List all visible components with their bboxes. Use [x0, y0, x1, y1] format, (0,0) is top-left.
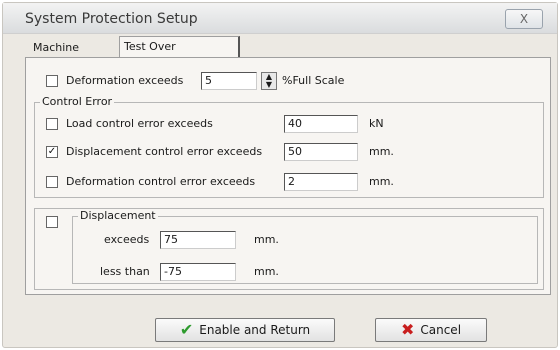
cancel-icon: ✖: [400, 320, 415, 339]
tab-test-over[interactable]: Test Over: [119, 36, 240, 57]
deformation-unit: %Full Scale: [282, 74, 345, 87]
less-than-label: less than: [100, 265, 150, 278]
load-error-label: Load control error exceeds: [66, 117, 213, 130]
title-bar: System Protection Setup X: [3, 3, 557, 34]
enable-and-return-button[interactable]: ✔ Enable and Return: [155, 318, 335, 342]
exceeds-unit: mm.: [254, 233, 279, 246]
displacement-checkbox[interactable]: [46, 216, 58, 228]
dialog-window: System Protection Setup X Machine Stop T…: [2, 2, 558, 348]
cancel-button-label: Cancel: [420, 323, 462, 337]
load-error-checkbox[interactable]: [46, 118, 58, 130]
deform-error-label: Deformation control error exceeds: [66, 175, 256, 188]
tab-machine-stop[interactable]: Machine Stop: [29, 38, 83, 74]
window-title: System Protection Setup: [25, 11, 198, 27]
deformation-label: Deformation exceeds: [66, 74, 184, 87]
spin-down-icon: ▼: [265, 80, 273, 89]
disp-error-input[interactable]: 50: [284, 143, 358, 161]
close-button[interactable]: X: [505, 9, 543, 29]
disp-error-unit: mm.: [369, 145, 394, 158]
check-icon: ✔: [179, 320, 194, 339]
displacement-title: Displacement: [78, 209, 158, 222]
exceeds-input[interactable]: 75: [160, 231, 236, 249]
load-error-unit: kN: [369, 117, 384, 130]
control-error-title: Control Error: [40, 95, 115, 108]
load-error-input[interactable]: 40: [284, 115, 358, 133]
deform-error-unit: mm.: [369, 175, 394, 188]
deformation-input[interactable]: 5: [201, 72, 257, 90]
disp-error-checkbox[interactable]: ✓: [46, 146, 58, 158]
less-than-input[interactable]: -75: [160, 263, 236, 281]
deformation-spinner[interactable]: ▲ ▼: [261, 72, 277, 90]
exceeds-label: exceeds: [104, 233, 150, 246]
close-icon: X: [519, 12, 529, 26]
deform-error-input[interactable]: 2: [284, 173, 358, 191]
cancel-button[interactable]: ✖ Cancel: [375, 318, 487, 342]
disp-error-label: Displacement control error exceeds: [66, 145, 263, 158]
deformation-checkbox[interactable]: [46, 75, 58, 87]
tab-panel: Deformation exceeds 5 ▲ ▼ %Full Scale Co…: [25, 57, 551, 295]
deform-error-checkbox[interactable]: [46, 176, 58, 188]
enable-button-label: Enable and Return: [199, 323, 311, 337]
less-than-unit: mm.: [254, 265, 279, 278]
